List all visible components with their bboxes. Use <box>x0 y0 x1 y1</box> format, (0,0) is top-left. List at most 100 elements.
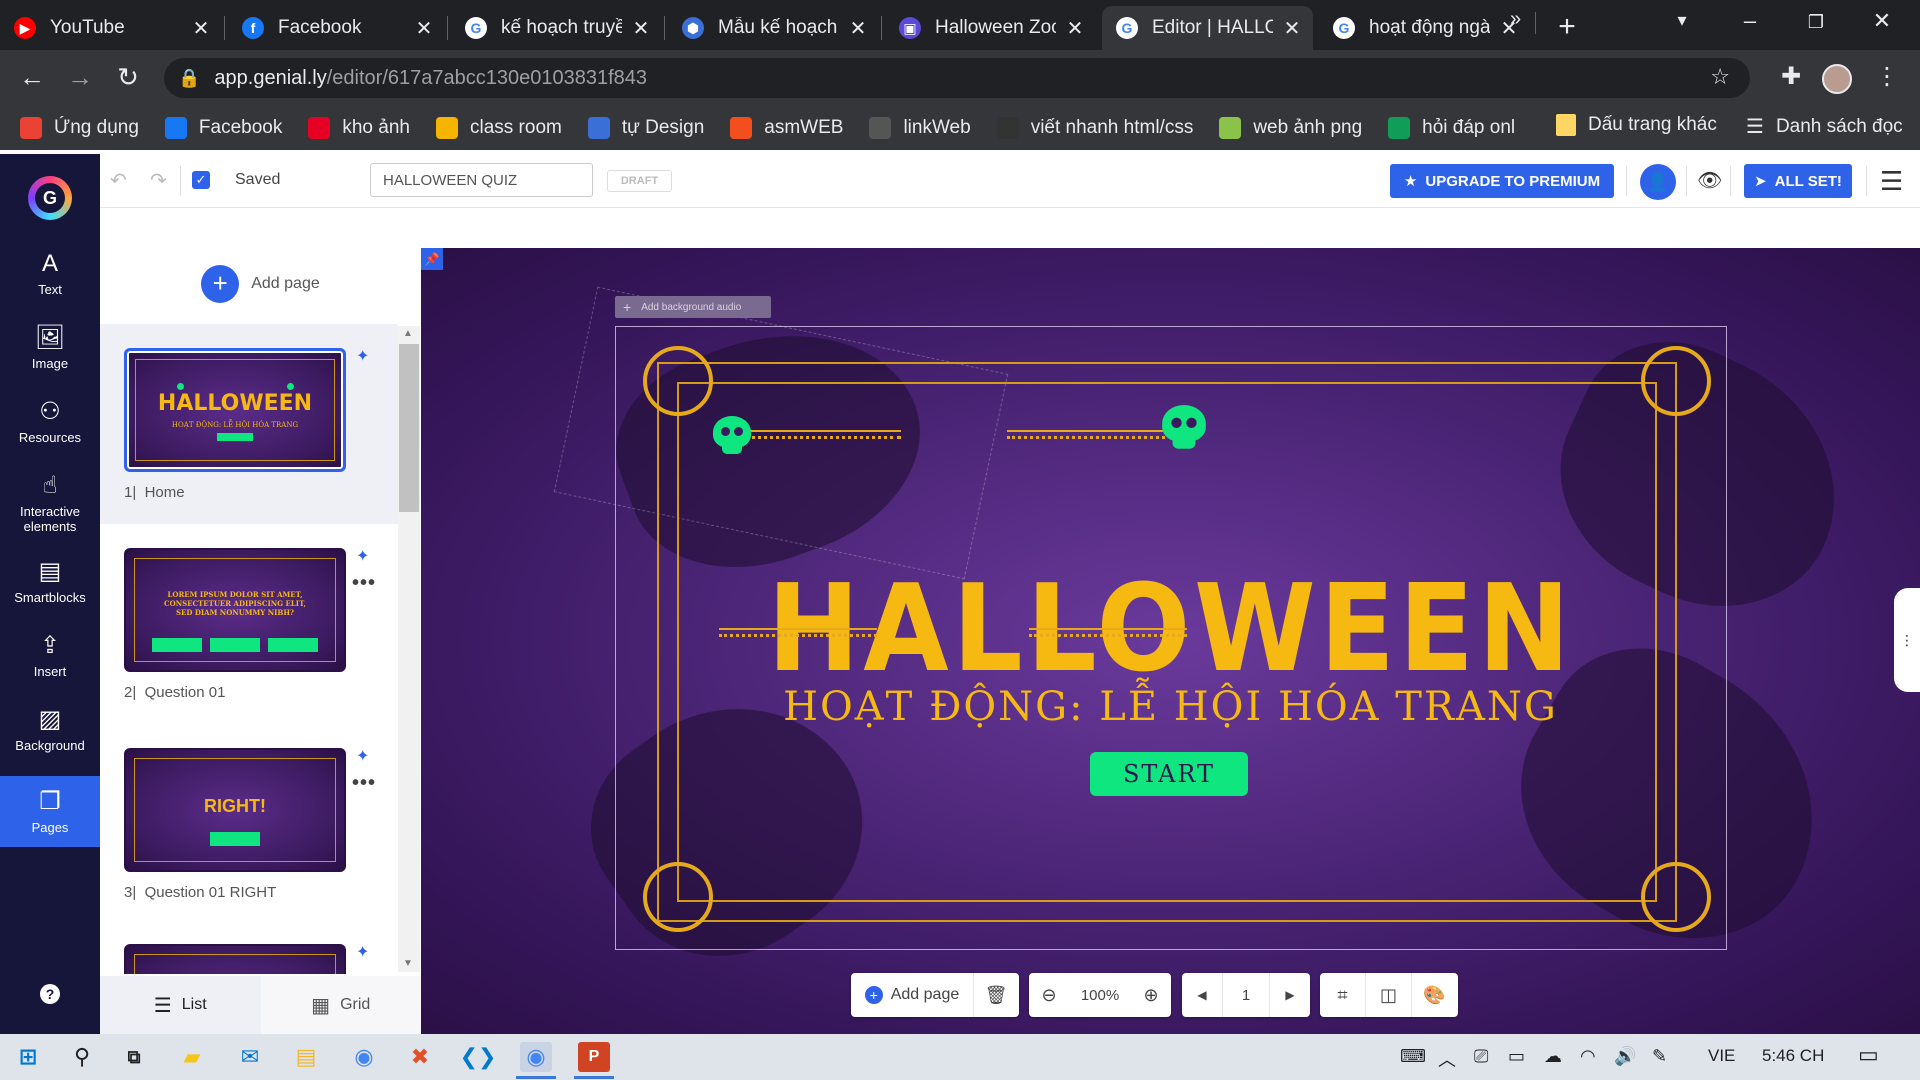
upgrade-premium-button[interactable]: ★ UPGRADE TO PREMIUM <box>1390 164 1614 198</box>
notifications-icon[interactable]: ▭ <box>1858 1042 1879 1068</box>
close-tab-icon[interactable]: ✕ <box>413 16 435 41</box>
pen-icon[interactable]: ✎ <box>1652 1046 1667 1067</box>
new-tab-button[interactable]: + <box>1550 10 1584 44</box>
theme-palette-icon[interactable]: 🎨 <box>1412 973 1457 1017</box>
task-view-icon[interactable]: ⧉ <box>118 1042 150 1072</box>
browser-tab[interactable]: ▣ Halloween Zoo ✕ <box>885 6 1096 50</box>
nav-resources[interactable]: ⚇ Resources <box>0 398 100 445</box>
magic-wand-icon[interactable]: ✦ <box>356 346 369 366</box>
trash-icon[interactable]: 🗑 <box>974 973 1018 1017</box>
extensions-icon[interactable]: ✚ <box>1774 62 1808 91</box>
zoom-out-icon[interactable]: ⊖ <box>1029 973 1069 1017</box>
clock[interactable]: 5:46 CH <box>1762 1046 1824 1066</box>
chrome-icon[interactable]: ◉ <box>348 1042 380 1072</box>
more-options-icon[interactable]: ••• <box>352 572 376 595</box>
nav-smartblocks[interactable]: ▤ Smartblocks <box>0 558 100 605</box>
mail-icon[interactable]: ✉ <box>234 1042 266 1072</box>
close-tab-icon[interactable]: ✕ <box>1064 16 1086 41</box>
windows-start-icon[interactable]: ⊞ <box>12 1042 44 1072</box>
slide-subtitle[interactable]: HOẠT ĐỘNG: LỄ HỘI HÓA TRANG <box>421 684 1920 730</box>
other-bookmarks[interactable]: Dấu trang khác <box>1556 114 1717 136</box>
language-indicator[interactable]: VIE <box>1708 1046 1735 1066</box>
preview-eye-icon[interactable]: 👁 <box>1697 168 1722 193</box>
camera-icon[interactable]: ⎚ <box>1474 1046 1488 1067</box>
add-page-button[interactable]: + Add page <box>100 248 421 320</box>
page-card-4[interactable]: ✦ <box>100 924 398 974</box>
help-icon[interactable]: ? <box>40 984 60 1004</box>
chrome-active-icon[interactable]: ◉ <box>520 1042 552 1072</box>
list-view-tab[interactable]: ☰ List <box>100 976 261 1034</box>
nav-interactive-elements[interactable]: ☝ Interactive elements <box>0 472 100 534</box>
browser-tab[interactable]: f Facebook ✕ <box>228 6 445 50</box>
magic-wand-icon[interactable]: ✦ <box>356 746 369 766</box>
add-collaborator-button[interactable]: 👤 <box>1640 164 1676 200</box>
split-view-icon[interactable]: ◫ <box>1366 973 1411 1017</box>
tab-search-icon[interactable]: ▾ <box>1662 10 1702 31</box>
zoom-in-icon[interactable]: ⊕ <box>1131 973 1171 1017</box>
battery-icon[interactable]: ▭ <box>1508 1046 1525 1067</box>
all-set-button[interactable]: ➤ ALL SET! <box>1744 164 1852 198</box>
bookmark-item[interactable]: class room <box>435 117 562 139</box>
bookmark-item[interactable]: linkWeb <box>869 117 971 139</box>
xampp-icon[interactable]: ✖ <box>404 1042 436 1072</box>
pages-scrollbar-thumb[interactable] <box>399 344 419 512</box>
bookmark-item[interactable]: Ứng dụng <box>20 117 139 139</box>
onedrive-icon[interactable]: ☁ <box>1544 1046 1562 1067</box>
pin-icon[interactable]: 📌 <box>421 248 443 270</box>
back-icon[interactable]: ← <box>14 62 50 93</box>
close-tab-icon[interactable]: ✕ <box>1281 16 1303 41</box>
project-title-input[interactable] <box>370 163 593 197</box>
show-hidden-icons[interactable]: ︿ <box>1438 1046 1456 1072</box>
page-number[interactable]: 1 <box>1223 973 1269 1017</box>
browser-tab[interactable]: G Editor | HALLO ✕ <box>1102 6 1313 50</box>
close-tab-icon[interactable]: ✕ <box>847 16 869 41</box>
reload-icon[interactable]: ↻ <box>110 62 146 93</box>
vscode-icon[interactable]: ❮❯ <box>460 1042 497 1072</box>
minimize-icon[interactable]: – <box>1730 8 1770 34</box>
side-panel-handle[interactable]: ⋮ <box>1894 588 1920 692</box>
nav-insert[interactable]: ⇪ Insert <box>0 632 100 679</box>
hamburger-menu-icon[interactable]: ☰ <box>1880 166 1903 197</box>
bookmarks-overflow-chevron[interactable]: » <box>1510 8 1521 31</box>
slide-canvas[interactable]: 📌 + Add background audio HALLOWEEN HOẠT … <box>421 248 1920 1034</box>
browser-tab[interactable]: Gkế hoạch truyề ✕ <box>451 6 662 50</box>
bookmark-star-icon[interactable]: ☆ <box>1710 64 1730 90</box>
search-icon[interactable]: ⚲ <box>66 1042 98 1072</box>
file-explorer-icon[interactable]: ▤ <box>290 1042 322 1072</box>
undo-icon[interactable]: ↶ <box>110 168 127 193</box>
fit-screen-icon[interactable]: ⌗ <box>1320 973 1365 1017</box>
scroll-up-icon[interactable]: ▲ <box>403 328 413 339</box>
bookmark-item[interactable]: tự Design <box>587 117 704 139</box>
browser-menu-icon[interactable]: ⋮ <box>1870 62 1904 91</box>
reading-list[interactable]: ☰ Danh sách đọc <box>1746 114 1903 139</box>
page-card-2[interactable]: LOREM IPSUM DOLOR SIT AMET, CONSECTETUER… <box>100 524 398 724</box>
nav-pages[interactable]: ❐ Pages <box>0 776 100 847</box>
magic-wand-icon[interactable]: ✦ <box>356 546 369 566</box>
wifi-icon[interactable]: ◠ <box>1580 1046 1596 1067</box>
start-button[interactable]: START <box>1090 752 1248 796</box>
bottom-add-page-button[interactable]: + Add page <box>851 973 973 1017</box>
close-window-icon[interactable]: ✕ <box>1862 8 1902 34</box>
prev-page-icon[interactable]: ◀ <box>1182 973 1222 1017</box>
grid-view-tab[interactable]: ▦ Grid <box>261 976 422 1034</box>
restore-icon[interactable]: ❐ <box>1796 12 1836 33</box>
more-options-icon[interactable]: ••• <box>352 772 376 795</box>
browser-tab[interactable]: ▶ YouTube ✕ <box>0 6 222 50</box>
page-card-3[interactable]: RIGHT! ✦ ••• 3| Question 01 RIGHT <box>100 724 398 924</box>
profile-avatar[interactable] <box>1822 64 1852 94</box>
volume-icon[interactable]: 🔊 <box>1614 1046 1636 1067</box>
nav-text[interactable]: A Text <box>0 250 100 297</box>
sticky-notes-icon[interactable]: ▰ <box>176 1042 208 1072</box>
close-tab-icon[interactable]: ✕ <box>190 16 212 41</box>
next-page-icon[interactable]: ▶ <box>1270 973 1310 1017</box>
bookmark-item[interactable]: viết nhanh html/css <box>996 117 1193 139</box>
nav-image[interactable]: 🖼 Image <box>0 324 100 371</box>
magic-wand-icon[interactable]: ✦ <box>356 942 369 962</box>
browser-tab[interactable]: Ghoạt động ngà ✕ <box>1319 6 1530 50</box>
bookmark-item[interactable]: web ảnh png <box>1219 117 1362 139</box>
bookmark-item[interactable]: asmWEB <box>730 117 843 139</box>
keyboard-icon[interactable]: ⌨ <box>1400 1046 1426 1067</box>
url-bar[interactable]: 🔒 app.genial.ly/editor/617a7abcc130e0103… <box>164 58 1750 98</box>
powerpoint-icon[interactable]: P <box>578 1042 610 1072</box>
bookmark-item[interactable]: Facebook <box>164 117 282 139</box>
